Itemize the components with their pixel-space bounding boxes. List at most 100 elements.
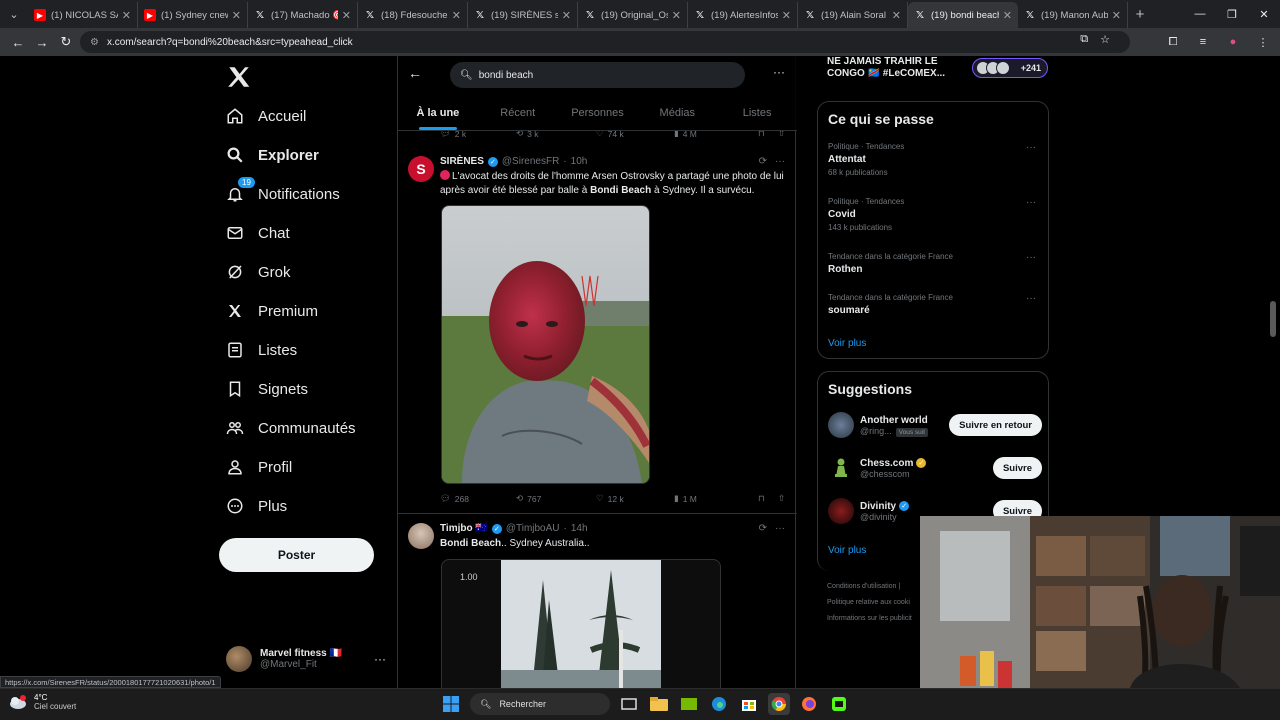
tweet[interactable]: S SIRÈNES ✓ @SirenesFR · 10h ⟳ ··· L'avo… [398, 146, 797, 514]
nav-item-explorer[interactable]: Explorer [226, 141, 319, 169]
tab-medias[interactable]: Médias [637, 96, 717, 130]
tweet-author-name[interactable]: Timjbo 🇦🇺 [440, 523, 488, 534]
browser-menu-icon[interactable]: ⋮ [1252, 31, 1274, 53]
close-icon[interactable]: ✕ [452, 9, 461, 22]
file-explorer-icon[interactable] [648, 693, 670, 715]
close-icon[interactable]: ✕ [782, 9, 791, 22]
tweet-author-handle[interactable]: @SirenesFR [502, 156, 559, 167]
reply-button[interactable]: 💬︎ 268 [440, 493, 516, 504]
nvidia-icon[interactable] [678, 693, 700, 715]
url-field[interactable]: ⚙ x.com/search?q=bondi%20beach&src=typea… [80, 31, 1130, 53]
site-info-icon[interactable]: ⚙ [90, 37, 99, 48]
see-more-suggestions-link[interactable]: Voir plus [828, 545, 866, 556]
footer-link[interactable]: Conditions d'utilisation | [827, 579, 912, 595]
nav-item-profil[interactable]: Profil [226, 453, 292, 481]
browser-tab[interactable]: 𝕏(19) SIRÈNES sur X✕ [468, 2, 578, 28]
like-button[interactable]: ♡ 12 k [596, 493, 674, 504]
share-icon[interactable]: ⇧ [778, 493, 785, 504]
close-icon[interactable]: ✕ [1003, 9, 1012, 22]
suggestion-item[interactable]: Chess.com ✓ @chesscom Suivre [828, 453, 1042, 483]
bookmark-star-icon[interactable]: ☆ [1100, 33, 1110, 46]
extensions-icon[interactable]: ⧠ [1162, 31, 1184, 53]
search-input[interactable]: 🔍︎ bondi beach [450, 62, 745, 88]
weather-widget[interactable]: 4°C Ciel couvert [8, 693, 76, 711]
close-icon[interactable]: ✕ [232, 9, 241, 22]
nav-item-plus[interactable]: Plus [226, 492, 287, 520]
browser-tab[interactable]: 𝕏(19) Alain Soral O✕ [798, 2, 908, 28]
trend-item[interactable]: Politique · Tendances Covid 143 k public… [828, 197, 1040, 232]
nav-item-communautes[interactable]: Communautés [226, 414, 356, 442]
media-control-icon[interactable]: ≡ [1192, 31, 1214, 53]
restore-icon[interactable]: ❐ [1216, 0, 1248, 28]
nav-item-premium[interactable]: Premium [226, 297, 318, 325]
more-icon[interactable]: ··· [1026, 142, 1036, 153]
tweet-time[interactable]: 10h [571, 156, 588, 167]
nav-item-grok[interactable]: Grok [226, 258, 291, 286]
repost-button[interactable]: ⟲ 767 [516, 493, 596, 504]
nav-item-accueil[interactable]: Accueil [226, 102, 306, 130]
store-icon[interactable] [738, 693, 760, 715]
avatar[interactable] [408, 523, 434, 549]
more-icon[interactable]: ··· [775, 523, 785, 534]
tweet-time[interactable]: 14h [571, 523, 588, 534]
task-view-icon[interactable] [618, 693, 640, 715]
browser-tab[interactable]: 𝕏(19) AlertesInfos s✕ [688, 2, 798, 28]
tab-personnes[interactable]: Personnes [558, 96, 638, 130]
x-logo-icon[interactable] [226, 64, 252, 90]
more-icon[interactable]: ··· [1026, 197, 1036, 208]
tab-search-icon[interactable]: ⌄ [0, 0, 28, 28]
close-icon[interactable]: ✕ [892, 9, 901, 22]
avatar[interactable]: S [408, 156, 434, 182]
nav-item-signets[interactable]: Signets [226, 375, 308, 403]
chrome-icon[interactable] [768, 693, 790, 715]
browser-tab-active[interactable]: 𝕏 (19) bondi beach ✕ [908, 2, 1018, 28]
browser-tab[interactable]: ▶(1) Sydney cnews✕ [138, 2, 248, 28]
more-icon[interactable]: ··· [1026, 293, 1036, 304]
minimize-icon[interactable]: — [1184, 0, 1216, 28]
see-more-trends-link[interactable]: Voir plus [828, 338, 866, 349]
tweet-photo[interactable] [441, 205, 650, 484]
browser-tab[interactable]: 𝕏(19) Original_Osm✕ [578, 2, 688, 28]
trend-item[interactable]: Tendance dans la catégorie France Rothen… [828, 252, 1040, 275]
tweet-video[interactable]: 1.00 [441, 559, 721, 688]
more-icon[interactable]: ··· [773, 65, 785, 79]
close-icon[interactable]: ✕ [342, 9, 351, 22]
back-arrow-icon[interactable]: ← [408, 65, 422, 81]
back-icon[interactable]: ← [6, 30, 30, 54]
browser-tab[interactable]: ▶(1) NICOLAS SARA✕ [28, 2, 138, 28]
more-icon[interactable]: ··· [1026, 252, 1036, 263]
bookmark-icon[interactable]: ⊓ [758, 493, 778, 504]
forward-icon[interactable]: → [30, 30, 54, 54]
nav-item-notifications[interactable]: 19 Notifications [226, 177, 340, 208]
follow-back-button[interactable]: Suivre en retour [949, 414, 1042, 436]
tweet-author-name[interactable]: SIRÈNES [440, 156, 484, 167]
close-icon[interactable]: ✕ [672, 9, 681, 22]
windows-start-icon[interactable] [440, 693, 462, 715]
install-app-icon[interactable]: ⧉ [1080, 33, 1088, 46]
close-icon[interactable]: ✕ [122, 9, 131, 22]
trend-item[interactable]: Tendance dans la catégorie France soumar… [828, 293, 1040, 316]
new-tab-button[interactable]: + [1128, 6, 1152, 23]
tweet-author-handle[interactable]: @TimjboAU [506, 523, 560, 534]
browser-tab[interactable]: 𝕏 (17) Machado 🎯 ✕ [248, 2, 358, 28]
grok-icon[interactable]: ⟳ [759, 156, 767, 167]
more-icon[interactable]: ··· [775, 156, 785, 167]
close-window-icon[interactable]: ✕ [1248, 0, 1280, 28]
tab-recent[interactable]: Récent [478, 96, 558, 130]
promo-trend[interactable]: NE JAMAIS TRAHIR LE CONGO 🇨🇩 #LeCOMEX...… [827, 56, 1048, 80]
tab-a-la-une[interactable]: À la une [398, 96, 478, 130]
promo-participants-pill[interactable]: +241 [972, 58, 1048, 78]
tab-listes[interactable]: Listes [717, 96, 797, 130]
follow-button[interactable]: Suivre [992, 457, 1042, 479]
profile-icon[interactable]: ● [1222, 31, 1244, 53]
footer-link[interactable]: Informations sur les publicit [827, 611, 912, 627]
grok-icon[interactable]: ⟳ [759, 523, 767, 534]
nav-item-chat[interactable]: Chat [226, 219, 290, 247]
nav-item-listes[interactable]: Listes [226, 336, 297, 364]
trend-item[interactable]: Politique · Tendances Attentat 68 k publ… [828, 142, 1040, 177]
views-button[interactable]: ▮ 1 M [674, 493, 758, 504]
more-icon[interactable]: ··· [374, 652, 386, 666]
suggestion-item[interactable]: Another world @ring... Vous suit Suivre e… [828, 410, 1042, 440]
post-button[interactable]: Poster [219, 538, 374, 572]
browser-tab[interactable]: 𝕏(19) Manon Aubry✕ [1018, 2, 1128, 28]
